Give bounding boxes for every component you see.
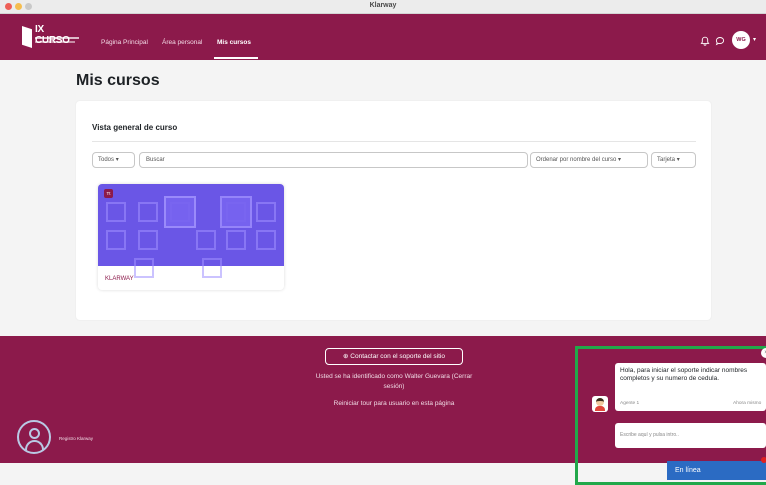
sort-label: Ordenar por nombre del curso xyxy=(536,157,617,163)
chevron-down-icon: ▾ xyxy=(115,157,119,163)
logout-link[interactable]: sesión) xyxy=(283,383,505,390)
page-title: Mis cursos xyxy=(76,72,160,89)
course-image[interactable]: Tt xyxy=(98,184,284,278)
nav-item-my-courses[interactable]: Mis cursos xyxy=(217,39,251,46)
view-label: Tarjeta xyxy=(657,157,676,163)
chat-message-text: Hola, para iniciar el soporte indicar no… xyxy=(620,367,748,382)
chat-icon[interactable] xyxy=(715,36,725,46)
agent-avatar-icon xyxy=(592,396,608,412)
filter-dropdown[interactable]: Todos ▾ xyxy=(92,152,135,168)
chat-input-placeholder: Escribe aquí y pulsa intro.. xyxy=(620,432,679,438)
course-card[interactable]: Tt KLARWAY xyxy=(98,184,284,290)
logged-in-line2[interactable]: sesión) xyxy=(384,383,405,390)
chevron-down-icon: ▾ xyxy=(676,157,680,163)
chat-status-label: En línea xyxy=(675,467,701,474)
search-placeholder: Buscar xyxy=(146,157,165,163)
contact-support-button[interactable]: ⊕ Contactar con el soporte del sitio xyxy=(325,348,463,365)
chevron-down-icon: ▾ xyxy=(618,157,622,163)
window-titlebar: Klarway xyxy=(0,0,766,14)
chat-message-time: Ahora mismo xyxy=(733,401,762,406)
view-dropdown[interactable]: Tarjeta ▾ xyxy=(651,152,696,168)
user-avatar[interactable]: WG xyxy=(732,31,750,49)
bell-icon[interactable] xyxy=(700,36,710,46)
footer-brand: Registro Klarway xyxy=(59,436,94,441)
browser-window: Klarway IX CURSO Página Principal Área p… xyxy=(0,0,766,485)
notification-dot xyxy=(761,457,766,463)
chat-message-bubble: Hola, para iniciar el soporte indicar no… xyxy=(615,363,766,411)
chat-agent-name: Agente 1 xyxy=(620,401,640,406)
course-badge: Tt xyxy=(104,189,113,198)
chevron-down-icon[interactable]: ▾ xyxy=(753,36,756,43)
active-nav-indicator xyxy=(214,57,258,59)
divider xyxy=(92,141,696,142)
site-logo[interactable]: IX CURSO xyxy=(22,24,80,50)
contact-support-label: Contactar con el soporte del sitio xyxy=(350,353,445,360)
course-overview-card: Vista general de curso Todos ▾ Buscar Or… xyxy=(76,101,711,320)
logged-in-line1: Usted se ha identificado como Walter Gue… xyxy=(315,373,473,380)
top-navbar: IX CURSO Página Principal Área personal … xyxy=(0,14,766,60)
logo-book-icon xyxy=(22,26,32,48)
search-input[interactable]: Buscar xyxy=(139,152,528,168)
footer-logo-icon xyxy=(17,420,51,454)
chat-close-button[interactable]: × xyxy=(761,348,766,358)
chat-status-bar[interactable]: En línea xyxy=(667,461,766,480)
course-overview-title: Vista general de curso xyxy=(92,123,178,132)
nav-item-dashboard[interactable]: Área personal xyxy=(162,39,202,46)
course-name-link[interactable]: KLARWAY xyxy=(105,276,134,282)
reset-tour-link[interactable]: Reiniciar tour para usuario en esta pági… xyxy=(283,400,505,407)
window-title: Klarway xyxy=(369,2,397,9)
filter-label: Todos xyxy=(98,157,115,163)
chat-input[interactable]: Escribe aquí y pulsa intro.. xyxy=(615,423,766,448)
sort-dropdown[interactable]: Ordenar por nombre del curso ▾ xyxy=(530,152,648,168)
logged-in-text: Usted se ha identificado como Walter Gue… xyxy=(283,373,505,380)
nav-item-home[interactable]: Página Principal xyxy=(101,39,148,46)
